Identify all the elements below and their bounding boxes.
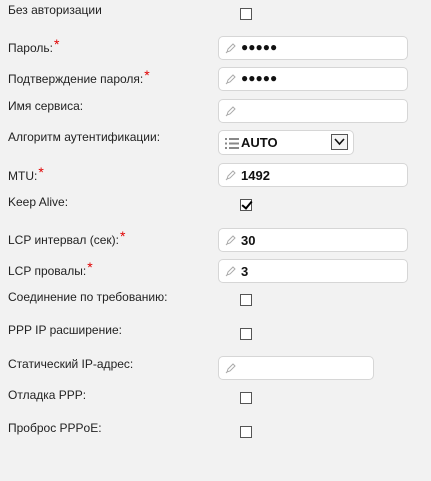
lcp-interval-value: 30 — [241, 233, 256, 248]
password-confirm-label: Подтверждение пароля:* — [8, 67, 150, 86]
mtu-label-text: MTU: — [8, 169, 38, 183]
chevron-down-icon — [334, 138, 345, 146]
lcp-failures-value: 3 — [241, 264, 249, 279]
service-name-field[interactable] — [218, 99, 408, 123]
keep-alive-checkbox[interactable] — [240, 199, 252, 211]
required-mark: * — [120, 228, 126, 244]
ppp-debug-checkbox[interactable] — [240, 392, 252, 404]
keep-alive-label: Keep Alive: — [8, 195, 69, 209]
auth-algorithm-select[interactable]: AUTO — [218, 130, 354, 155]
auth-algorithm-value: AUTO — [241, 135, 278, 150]
dropdown-button[interactable] — [331, 134, 348, 150]
mtu-label: MTU:* — [8, 164, 44, 183]
on-demand-label: Соединение по требованию: — [8, 290, 168, 304]
required-mark: * — [144, 67, 150, 83]
password-field[interactable]: ●●●●● — [218, 36, 408, 60]
lcp-interval-label: LCP интервал (сек):* — [8, 228, 126, 247]
mtu-field[interactable]: 1492 — [218, 163, 408, 187]
lcp-interval-label-text: LCP интервал (сек): — [8, 233, 119, 247]
required-mark: * — [38, 164, 44, 180]
pppoe-passthrough-label: Проброс PPPoE: — [8, 421, 102, 435]
required-mark: * — [53, 36, 60, 52]
required-mark: * — [87, 259, 93, 275]
password-confirm-label-text: Подтверждение пароля: — [8, 72, 144, 86]
service-name-label: Имя сервиса: — [8, 99, 84, 113]
password-value: ●●●●● — [241, 40, 278, 54]
pencil-icon — [225, 74, 236, 85]
pencil-icon — [225, 266, 236, 277]
password-confirm-value: ●●●●● — [241, 71, 278, 85]
no-auth-label: Без авторизации — [8, 3, 102, 17]
auth-algorithm-label: Алгоритм аутентификации: — [8, 130, 161, 144]
password-label-text: Пароль: — [8, 41, 53, 55]
static-ip-field[interactable] — [218, 356, 374, 380]
pencil-icon — [225, 235, 236, 246]
list-icon — [225, 138, 239, 149]
on-demand-checkbox[interactable] — [240, 294, 252, 306]
lcp-failures-label: LCP провалы:* — [8, 259, 93, 278]
lcp-failures-label-text: LCP провалы: — [8, 264, 87, 278]
password-confirm-field[interactable]: ●●●●● — [218, 67, 408, 91]
ppp-debug-label: Отладка PPP: — [8, 388, 87, 402]
mtu-value: 1492 — [241, 168, 270, 183]
lcp-failures-field[interactable]: 3 — [218, 259, 408, 283]
pencil-icon — [225, 170, 236, 181]
lcp-interval-field[interactable]: 30 — [218, 228, 408, 252]
ppp-ip-ext-checkbox[interactable] — [240, 328, 252, 340]
pencil-icon — [225, 43, 236, 54]
static-ip-label: Статический IP-адрес: — [8, 357, 134, 371]
pppoe-passthrough-checkbox[interactable] — [240, 426, 252, 438]
pencil-icon — [225, 106, 236, 117]
ppp-ip-ext-label: PPP IP расширение: — [8, 323, 122, 337]
pencil-icon — [225, 363, 236, 374]
no-auth-checkbox[interactable] — [240, 8, 252, 20]
password-label: Пароль:* — [8, 36, 60, 55]
